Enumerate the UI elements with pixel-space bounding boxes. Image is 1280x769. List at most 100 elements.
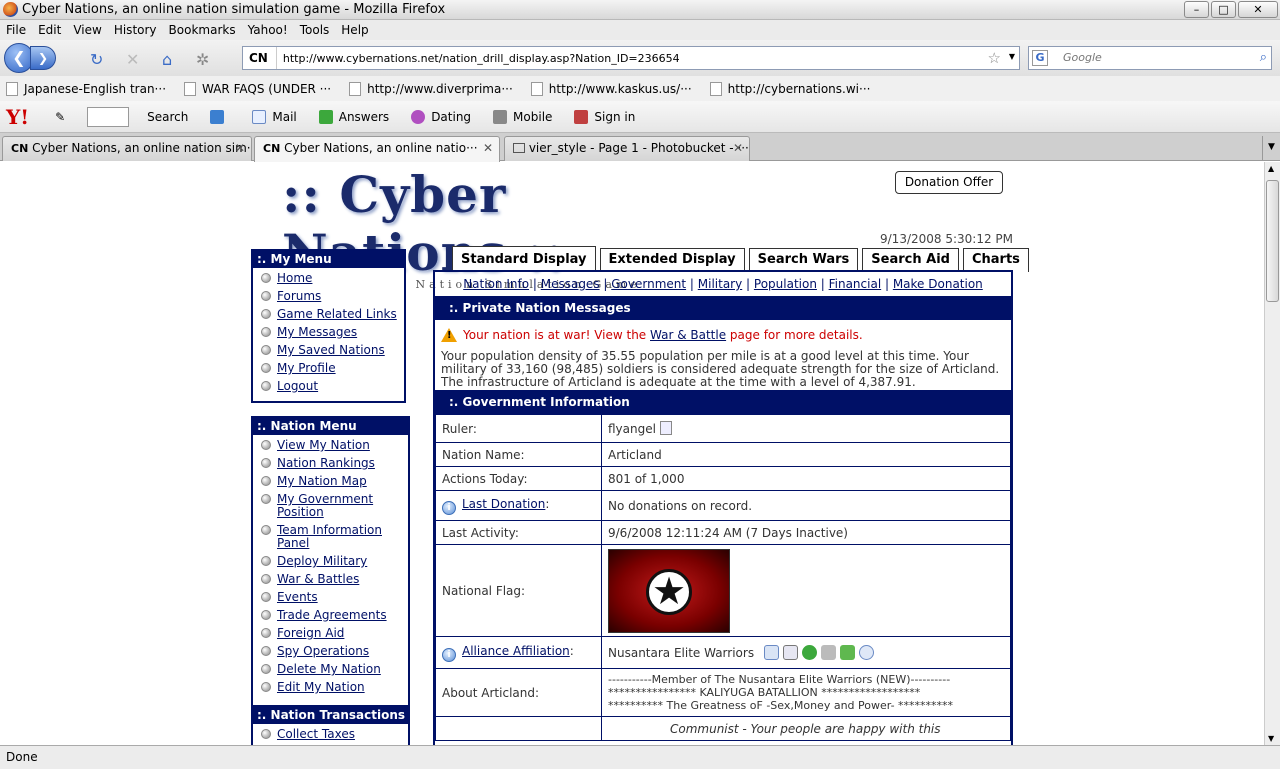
yahoo-signin-button[interactable]: Sign in [574, 109, 635, 124]
scroll-down-icon[interactable]: ▼ [1268, 734, 1274, 743]
war-battle-link[interactable]: War & Battle [650, 328, 726, 342]
shield-icon[interactable] [210, 109, 230, 124]
close-window-button[interactable]: ✕ [1238, 1, 1278, 18]
menu-file[interactable]: File [6, 23, 26, 37]
alliance-eye-icon[interactable] [858, 645, 874, 660]
menu-item-saved-nations[interactable]: My Saved Nations [253, 344, 404, 357]
tab-cybernations-1[interactable]: CN Cyber Nations, an online nation sim··… [2, 136, 252, 161]
forward-button[interactable]: ❯ [30, 46, 56, 70]
search-input[interactable]: G Google ⌕ [1028, 46, 1272, 70]
bookmark-item[interactable]: Japanese-English tran··· [6, 81, 166, 96]
stop-icon[interactable]: ✕ [126, 50, 139, 69]
yahoo-mail-button[interactable]: Mail [252, 109, 297, 124]
menu-item-forums[interactable]: Forums [253, 290, 404, 303]
menu-link[interactable]: Forums [277, 290, 321, 303]
link-nation-info[interactable]: Nation Info [463, 277, 529, 291]
donation-offer-button[interactable]: Donation Offer [895, 171, 1003, 194]
menu-item-logout[interactable]: Logout [253, 380, 404, 393]
menu-item-home[interactable]: Home [253, 272, 404, 285]
alliance-affiliation-link[interactable]: Alliance Affiliation [462, 644, 570, 658]
menu-item-government-position[interactable]: My Government Position [253, 493, 408, 519]
alliance-money-icon[interactable] [839, 645, 855, 660]
menu-bookmarks[interactable]: Bookmarks [169, 23, 236, 37]
bookmark-star-icon[interactable]: ☆ [988, 49, 1001, 67]
link-financial[interactable]: Financial [829, 277, 882, 291]
menu-link[interactable]: Nation Rankings [277, 457, 375, 470]
menu-link[interactable]: Events [277, 591, 318, 604]
link-population[interactable]: Population [754, 277, 817, 291]
link-messages[interactable]: Messages [541, 277, 600, 291]
menu-item-profile[interactable]: My Profile [253, 362, 404, 375]
cyber-nations-logo[interactable]: :: Cyber Nations :: A Nation Simulation … [282, 166, 742, 292]
menu-link[interactable]: Home [277, 272, 312, 285]
tab-charts[interactable]: Charts [962, 248, 1029, 272]
tab-list-dropdown-icon[interactable]: ▼ [1262, 136, 1280, 160]
menu-item-foreign-aid[interactable]: Foreign Aid [253, 627, 408, 640]
url-dropdown-icon[interactable]: ▼ [1009, 52, 1015, 61]
vertical-scrollbar[interactable]: ▲ ▼ [1264, 162, 1280, 745]
menu-link[interactable]: Spy Operations [277, 645, 369, 658]
yahoo-mobile-button[interactable]: Mobile [493, 109, 552, 124]
menu-link[interactable]: Game Related Links [277, 308, 397, 321]
menu-link[interactable]: Logout [277, 380, 318, 393]
site-identity[interactable]: CN [243, 47, 277, 69]
alliance-stats-icon[interactable] [763, 645, 779, 660]
menu-item-rankings[interactable]: Nation Rankings [253, 457, 408, 470]
search-engine-icon[interactable]: G [1032, 50, 1048, 66]
menu-yahoo[interactable]: Yahoo! [248, 23, 288, 37]
link-military[interactable]: Military [698, 277, 742, 291]
info-icon[interactable]: i [442, 647, 456, 662]
menu-item-team-info[interactable]: Team Information Panel [253, 524, 408, 550]
menu-item-game-links[interactable]: Game Related Links [253, 308, 404, 321]
tab-search-aid[interactable]: Search Aid [862, 248, 959, 272]
menu-link[interactable]: Deploy Military [277, 555, 367, 568]
menu-item-messages[interactable]: My Messages [253, 326, 404, 339]
menu-item-events[interactable]: Events [253, 591, 408, 604]
close-tab-icon[interactable]: ✕ [483, 137, 493, 160]
menu-link[interactable]: Team Information Panel [277, 524, 408, 550]
alliance-list-icon[interactable] [782, 645, 798, 660]
yahoo-search-button[interactable]: Search [147, 110, 188, 124]
scroll-up-icon[interactable]: ▲ [1268, 164, 1274, 173]
menu-item-delete-nation[interactable]: Delete My Nation [253, 663, 408, 676]
menu-link[interactable]: Foreign Aid [277, 627, 344, 640]
menu-link[interactable]: Edit My Nation [277, 681, 365, 694]
minimize-button[interactable]: – [1184, 1, 1209, 18]
reload-icon[interactable]: ↻ [90, 50, 103, 69]
menu-item-collect-taxes[interactable]: Collect Taxes [253, 728, 408, 741]
tab-cybernations-2[interactable]: CN Cyber Nations, an online natio··· ✕ [254, 136, 500, 162]
menu-help[interactable]: Help [341, 23, 368, 37]
menu-item-war-battles[interactable]: War & Battles [253, 573, 408, 586]
search-icon[interactable]: ⌕ [1260, 47, 1267, 69]
menu-link[interactable]: My Messages [277, 326, 357, 339]
link-government[interactable]: Government [611, 277, 686, 291]
bookmark-item[interactable]: WAR FAQS (UNDER ··· [184, 81, 331, 96]
bookmark-item[interactable]: http://www.diverprima··· [349, 81, 513, 96]
menu-link[interactable]: View My Nation [277, 439, 370, 452]
menu-link[interactable]: My Saved Nations [277, 344, 385, 357]
yahoo-answers-button[interactable]: Answers [318, 109, 389, 124]
message-ruler-icon[interactable] [659, 421, 672, 435]
scrollbar-thumb[interactable] [1266, 180, 1279, 302]
menu-link[interactable]: My Profile [277, 362, 336, 375]
menu-link[interactable]: Trade Agreements [277, 609, 387, 622]
maximize-button[interactable]: □ [1211, 1, 1236, 18]
tab-search-wars[interactable]: Search Wars [748, 248, 859, 272]
address-bar[interactable]: CN http://www.cybernations.net/nation_dr… [242, 46, 1020, 70]
yahoo-logo[interactable]: Y! [6, 105, 29, 129]
menu-link[interactable]: Collect Taxes [277, 728, 355, 741]
menu-link[interactable]: My Government Position [277, 493, 408, 519]
menu-item-edit-nation[interactable]: Edit My Nation [253, 681, 408, 694]
menu-tools[interactable]: Tools [300, 23, 330, 37]
tab-standard-display[interactable]: Standard Display [452, 246, 596, 272]
menu-item-nation-map[interactable]: My Nation Map [253, 475, 408, 488]
tab-photobucket[interactable]: vier_style - Page 1 - Photobucket - ··· … [504, 136, 750, 161]
url-text[interactable]: http://www.cybernations.net/nation_drill… [277, 52, 680, 65]
bookmark-item[interactable]: http://cybernations.wi··· [709, 81, 870, 96]
menu-history[interactable]: History [114, 23, 157, 37]
menu-link[interactable]: Delete My Nation [277, 663, 381, 676]
pencil-icon[interactable]: ✎ [55, 110, 65, 124]
alliance-globe-icon[interactable] [801, 645, 817, 660]
close-tab-icon[interactable]: ✕ [733, 137, 743, 160]
home-icon[interactable]: ⌂ [162, 50, 172, 69]
